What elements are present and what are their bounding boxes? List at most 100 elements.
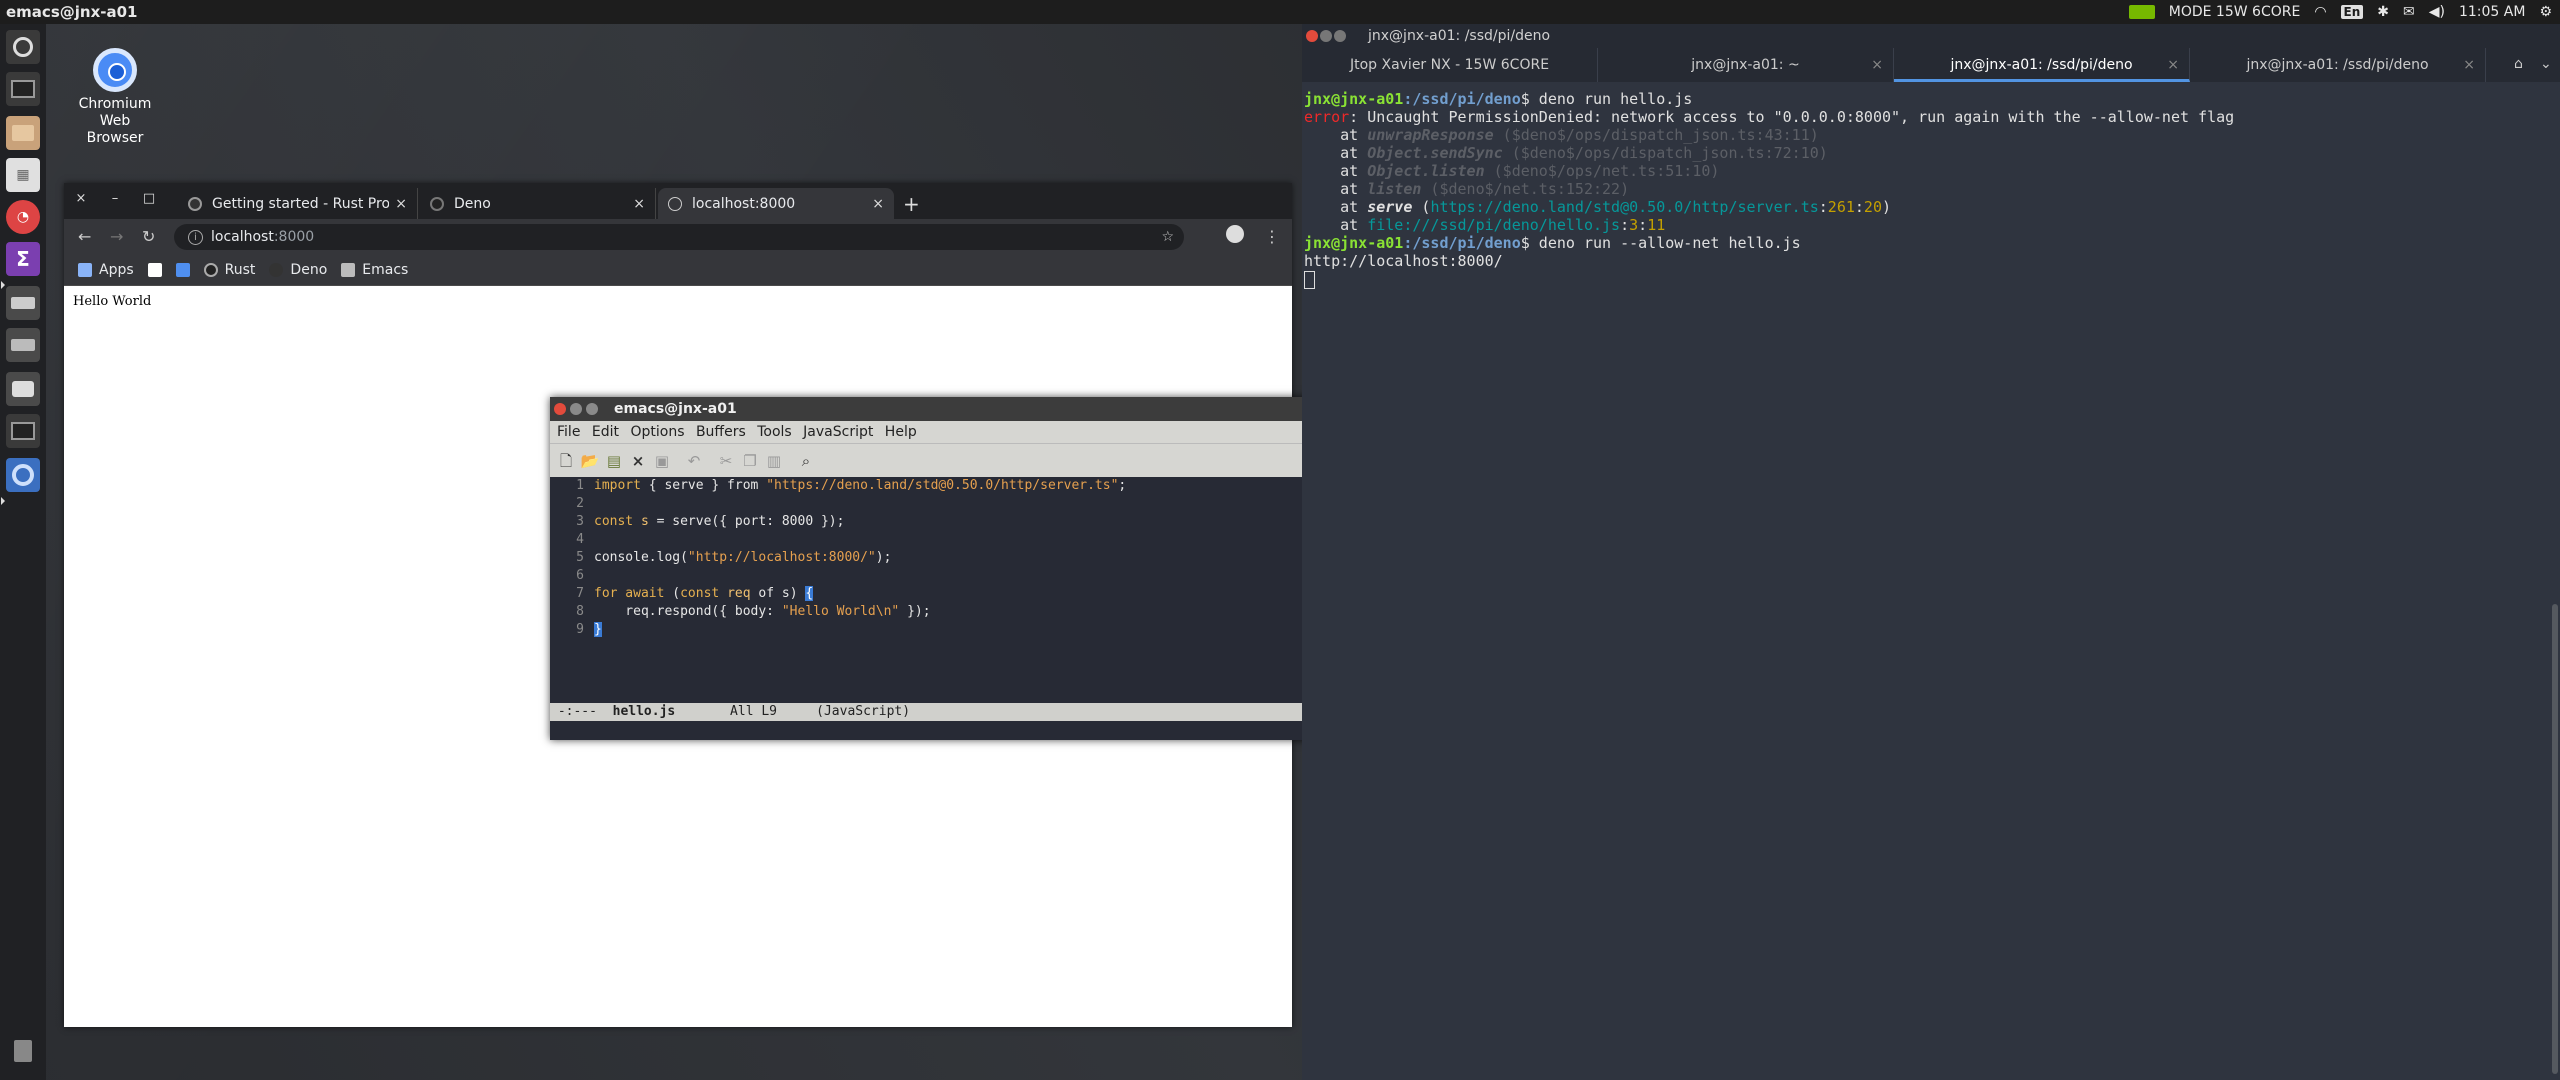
prompt-user: jnx@jnx-a01 xyxy=(1304,234,1404,252)
wifi-icon[interactable]: ◠ xyxy=(2314,4,2326,20)
stack-url[interactable]: https://deno.land/std@0.50.0/http/server… xyxy=(1430,198,1818,216)
copy-icon[interactable]: ❐ xyxy=(740,451,760,471)
code-line: 9} xyxy=(550,621,602,639)
reload-icon[interactable]: ↻ xyxy=(142,227,155,246)
tab-search-icon[interactable]: ⌂ xyxy=(2514,56,2523,72)
tab-deno-active[interactable]: jnx@jnx-a01: /ssd/pi/deno × xyxy=(1894,48,2190,82)
tab-home[interactable]: jnx@jnx-a01: ~ × xyxy=(1598,48,1894,82)
menu-help[interactable]: Help xyxy=(885,421,917,443)
close-icon[interactable]: × xyxy=(1871,48,1883,82)
command-text: deno run hello.js xyxy=(1529,90,1693,108)
terminal-line: at listen ($deno$/net.ts:152:22) xyxy=(1304,180,2234,198)
bookmark-apps[interactable]: Apps xyxy=(78,262,134,278)
menu-tools[interactable]: Tools xyxy=(757,421,792,443)
star-icon[interactable]: ☆ xyxy=(1161,224,1174,250)
camera-icon[interactable] xyxy=(6,372,40,406)
chromium-icon[interactable] xyxy=(6,458,40,492)
bookmark-github[interactable] xyxy=(147,263,162,277)
power-mode-label[interactable]: MODE 15W 6CORE xyxy=(2169,4,2301,20)
emacs-menubar: File Edit Options Buffers Tools JavaScri… xyxy=(550,421,1348,443)
stack-location: ($deno$/ops/dispatch_json.ts:43:11) xyxy=(1493,126,1819,144)
close-icon[interactable]: × xyxy=(395,196,407,212)
open-folder-icon[interactable]: 📂 xyxy=(580,451,600,471)
close-icon[interactable]: × xyxy=(2167,48,2179,82)
tab-rust[interactable]: Getting started - Rust Pro × xyxy=(178,188,418,219)
stack-url[interactable]: file:///ssd/pi/deno/hello.js xyxy=(1367,216,1620,234)
save-icon[interactable]: ▣ xyxy=(652,451,672,471)
trash-icon[interactable] xyxy=(6,1034,40,1068)
account-icon[interactable] xyxy=(1226,225,1244,247)
new-tab-button[interactable]: + xyxy=(903,192,920,216)
speedometer-icon[interactable]: ◔ xyxy=(6,200,40,234)
menu-javascript[interactable]: JavaScript xyxy=(803,421,873,443)
emacs-icon[interactable]: Σ xyxy=(6,242,40,276)
mail-icon[interactable]: ✉ xyxy=(2403,4,2415,20)
ubuntu-icon[interactable] xyxy=(6,30,40,64)
line-number: 9 xyxy=(576,622,584,637)
software-icon[interactable]: ▦ xyxy=(6,158,40,192)
close-icon[interactable] xyxy=(1306,30,1318,42)
kill-buffer-icon[interactable]: × xyxy=(628,451,648,471)
code-editor[interactable]: 1 import { serve } from "https://deno.lan… xyxy=(550,477,1332,703)
back-icon[interactable]: ← xyxy=(78,227,91,246)
tab-jtop[interactable]: Jtop Xavier NX - 15W 6CORE xyxy=(1302,48,1598,82)
bookmark-emacs[interactable]: Emacs xyxy=(341,262,408,278)
close-icon[interactable] xyxy=(554,403,566,415)
close-icon[interactable]: × xyxy=(872,196,884,212)
close-icon[interactable]: × xyxy=(633,196,645,212)
forward-icon[interactable]: → xyxy=(110,227,123,246)
chevron-down-icon[interactable]: ⌄ xyxy=(2540,56,2552,72)
bookmark-doc[interactable] xyxy=(175,263,190,277)
close-icon[interactable]: × xyxy=(72,191,90,206)
menu-edit[interactable]: Edit xyxy=(592,421,619,443)
maximize-icon[interactable] xyxy=(1334,30,1346,42)
volume-icon[interactable]: ◀) xyxy=(2429,4,2445,20)
drive-icon[interactable] xyxy=(6,286,40,320)
terminal2-icon[interactable] xyxy=(6,414,40,448)
close-icon[interactable]: × xyxy=(2463,48,2475,82)
tab-deno[interactable]: jnx@jnx-a01: /ssd/pi/deno × xyxy=(2190,48,2486,82)
menu-options[interactable]: Options xyxy=(630,421,684,443)
chromium-icon xyxy=(93,48,137,92)
minimize-icon[interactable] xyxy=(570,403,582,415)
scrollbar[interactable] xyxy=(2552,604,2558,1074)
stack-location: ($deno$/net.ts:152:22) xyxy=(1421,180,1630,198)
gear-icon[interactable]: ⚙ xyxy=(2539,4,2552,20)
tab-label: Jtop Xavier NX - 15W 6CORE xyxy=(1349,57,1550,73)
clock[interactable]: 11:05 AM xyxy=(2459,4,2525,20)
files-icon[interactable] xyxy=(6,116,40,150)
modeline-major-mode: (JavaScript) xyxy=(816,704,911,719)
minimize-icon[interactable] xyxy=(1320,30,1332,42)
undo-icon[interactable]: ↶ xyxy=(684,451,704,471)
terminal-output[interactable]: jnx@jnx-a01:/ssd/pi/deno$ deno run hello… xyxy=(1304,90,2234,289)
cut-icon[interactable]: ✂ xyxy=(716,451,736,471)
stack-at: at xyxy=(1304,162,1368,180)
nvidia-icon[interactable] xyxy=(2128,5,2155,19)
bluetooth-icon[interactable]: ✱ xyxy=(2377,4,2389,20)
line-number: 4 xyxy=(576,532,584,547)
desktop-icon-chromium[interactable]: Chromium Web Browser xyxy=(70,40,160,147)
address-bar[interactable]: i localhost:8000 ☆ xyxy=(174,224,1184,250)
launcher: ▦ ◔ Σ xyxy=(0,24,46,1080)
search-icon[interactable]: ⌕ xyxy=(796,451,816,471)
maximize-icon[interactable]: □ xyxy=(140,191,158,206)
terminal-window: jnx@jnx-a01: /ssd/pi/deno Jtop Xavier NX… xyxy=(1302,24,2560,1080)
bookmark-rust[interactable]: Rust xyxy=(203,262,255,278)
terminal-icon[interactable] xyxy=(6,72,40,106)
tab-localhost[interactable]: localhost:8000 × xyxy=(658,188,894,219)
dired-icon[interactable]: ▤ xyxy=(604,451,624,471)
info-icon[interactable]: i xyxy=(188,229,203,245)
menu-buffers[interactable]: Buffers xyxy=(696,421,746,443)
minibuffer[interactable] xyxy=(550,721,1348,740)
keyboard-layout-indicator[interactable]: En xyxy=(2340,5,2364,19)
menu-file[interactable]: File xyxy=(557,421,580,443)
tab-deno[interactable]: Deno × xyxy=(420,188,656,219)
drive2-icon[interactable] xyxy=(6,328,40,362)
menu-icon[interactable]: ⋮ xyxy=(1264,227,1280,246)
maximize-icon[interactable] xyxy=(586,403,598,415)
new-file-icon[interactable]: 🗋 xyxy=(556,451,576,471)
paste-icon[interactable]: ▥ xyxy=(764,451,784,471)
bookmark-deno[interactable]: Deno xyxy=(269,262,327,278)
minimize-icon[interactable]: – xyxy=(106,191,124,206)
stack-location: ($deno$/ops/net.ts:51:10) xyxy=(1484,162,1720,180)
